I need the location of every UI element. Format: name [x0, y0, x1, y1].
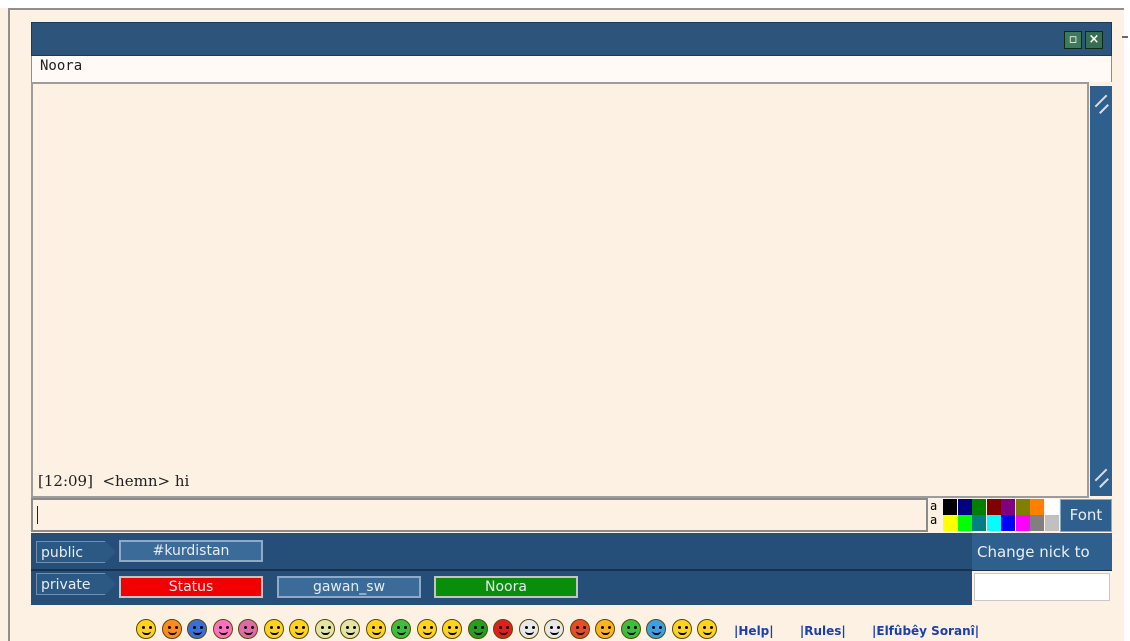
color-swatch[interactable] [1015, 515, 1030, 531]
chat-message: [12:09] <hemn> hi [38, 472, 189, 490]
chat-log: [12:09] <hemn> hi [31, 82, 1089, 498]
close-window-icon[interactable]: × [1085, 31, 1103, 49]
color-swatch[interactable] [1001, 499, 1015, 515]
channel-tab-kurdistan[interactable]: #kurdistan [119, 540, 263, 562]
color-swatch[interactable] [1030, 499, 1044, 515]
message-input[interactable] [35, 503, 919, 529]
grin-icon[interactable] [442, 619, 462, 639]
glasses-icon[interactable] [289, 619, 309, 639]
chat-scrollbar[interactable] [1090, 86, 1112, 496]
laugh-icon[interactable] [595, 619, 615, 639]
chat-window-titlebar: ▫ × [31, 22, 1112, 56]
color-swatch[interactable] [972, 499, 986, 515]
color-swatch[interactable] [1044, 515, 1059, 531]
angry-icon[interactable] [161, 619, 182, 639]
scroll-up-icon[interactable] [1090, 86, 1112, 118]
edge-mark [1122, 36, 1128, 38]
private-tab-noora[interactable]: Noora [434, 576, 578, 598]
frame-top-margin [0, 0, 1127, 8]
font-button[interactable]: Font [1060, 499, 1112, 532]
message-nick: <hemn> [102, 472, 171, 490]
cowboy-icon[interactable] [416, 619, 437, 639]
smile-icon[interactable] [136, 619, 156, 639]
color-swatch[interactable] [986, 499, 1001, 515]
help-link[interactable]: |Help| [734, 624, 774, 638]
private-row-label: private [36, 573, 116, 595]
message-input-container [31, 498, 928, 532]
channel-bar-divider [31, 569, 972, 571]
channel-bar: public private #kurdistan Status gawan_s… [31, 533, 972, 605]
color-swatch[interactable] [1001, 515, 1015, 531]
active-nick-label: Noora [40, 58, 83, 74]
sad-blue-icon[interactable] [187, 619, 207, 639]
frame-left-border [8, 8, 10, 641]
sick-icon[interactable] [391, 619, 411, 639]
change-nick-button[interactable]: Change nick to [972, 533, 1112, 571]
frame-top-border [8, 8, 1124, 10]
skull-icon[interactable] [518, 619, 539, 639]
sleepy-icon[interactable] [671, 619, 692, 639]
message-time: [12:09] [38, 472, 93, 490]
new-nick-input[interactable] [974, 573, 1110, 601]
color-swatch[interactable] [972, 515, 986, 531]
color-swatch[interactable] [943, 515, 957, 531]
clown-icon[interactable] [544, 619, 564, 639]
color-swatch[interactable] [1030, 515, 1044, 531]
red-mad-icon[interactable] [493, 619, 513, 639]
cry-icon[interactable] [646, 619, 666, 639]
public-row-label: public [36, 541, 116, 563]
green-mad-icon[interactable] [467, 619, 488, 639]
color-swatch[interactable] [1015, 499, 1030, 515]
color-swatch[interactable] [943, 499, 957, 515]
color-swatch[interactable] [1044, 499, 1059, 515]
rules-link[interactable]: |Rules| [800, 624, 846, 638]
color-palette [943, 499, 1059, 531]
restore-window-icon[interactable]: ▫ [1064, 31, 1082, 49]
private-tab-status[interactable]: Status [119, 576, 263, 598]
nick-change-panel: Change nick to [972, 533, 1112, 605]
alien-icon[interactable] [620, 619, 641, 639]
footer-links: |Help| |Rules| |Elfûbêy Soranî| [734, 624, 979, 638]
alphabet-sorani-link[interactable]: |Elfûbêy Soranî| [872, 624, 979, 638]
confused-icon[interactable] [263, 619, 284, 639]
frame-right-margin [1124, 8, 1127, 641]
tongue-icon[interactable] [238, 619, 258, 639]
frown-icon[interactable] [340, 619, 360, 639]
neutral-icon[interactable] [314, 619, 335, 639]
message-text: hi [174, 472, 190, 490]
scroll-down-icon[interactable] [1090, 464, 1112, 496]
shocked-icon[interactable] [212, 619, 233, 639]
color-swatch[interactable] [957, 499, 972, 515]
text-caret [37, 506, 38, 524]
private-tab-gawan-sw[interactable]: gawan_sw [277, 576, 421, 598]
active-nick-header: Noora [31, 56, 1112, 82]
wink-icon[interactable] [365, 619, 386, 639]
roll-eyes-icon[interactable] [697, 619, 717, 639]
cool-icon[interactable] [569, 619, 590, 639]
color-target-selector[interactable]: aa [930, 499, 942, 527]
color-swatch[interactable] [957, 515, 972, 531]
color-swatch[interactable] [986, 515, 1001, 531]
